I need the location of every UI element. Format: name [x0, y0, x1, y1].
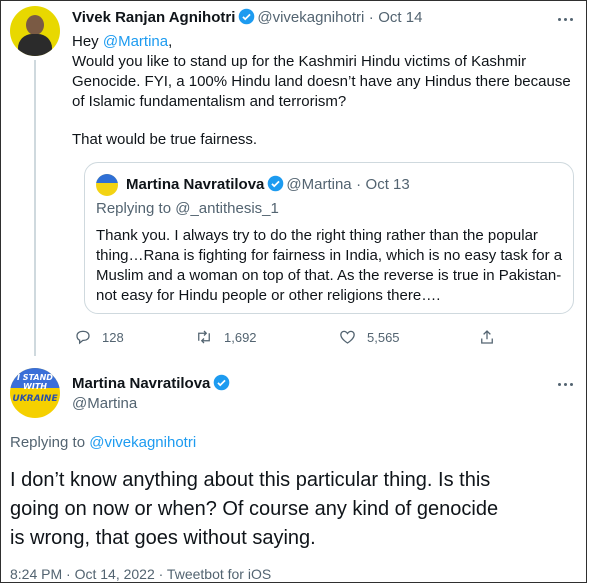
- quote-date: Oct 13: [365, 176, 410, 193]
- reply-icon: [76, 330, 90, 345]
- tweet2-handle[interactable]: @Martina: [72, 395, 137, 412]
- retweet-icon: [198, 330, 210, 344]
- tweet2-line-2: going on now or when? Of course any kind…: [10, 498, 499, 520]
- share-button[interactable]: [478, 327, 506, 347]
- heart-icon: [340, 330, 355, 344]
- tweet2-more-icon[interactable]: [556, 374, 576, 394]
- tweet2-line-1: I don’t know anything about this particu…: [10, 469, 491, 491]
- retweet-count: 1,692: [224, 329, 257, 345]
- like-count: 5,565: [367, 329, 400, 345]
- vivek-avatar[interactable]: [10, 6, 60, 56]
- tweet2-author-name[interactable]: Martina Navratilova: [72, 375, 210, 392]
- reply-count: 128: [102, 329, 124, 345]
- reply-button[interactable]: 128: [74, 328, 124, 346]
- replying-handle-link[interactable]: @vivekagnihotri: [89, 434, 196, 451]
- thread-line: [34, 60, 36, 356]
- mention-link[interactable]: @Martina: [103, 33, 168, 50]
- verified-badge-icon: [268, 175, 284, 192]
- quote-line-3: Muslim and a woman on top of that. As th…: [96, 267, 562, 284]
- tweet1-line-1: Hey @Martina,: [72, 33, 173, 50]
- tweet1-line-2: Would you like to stand up for the Kashm…: [72, 53, 527, 70]
- quote-avatar: [96, 174, 118, 196]
- tweet1-handle[interactable]: @vivekagnihotri: [257, 9, 364, 26]
- tweet2-meta: 8:24 PM · Oct 14, 2022 · Tweetbot for iO…: [10, 566, 272, 582]
- martina-avatar[interactable]: I STAND WITH UKRAINE: [10, 368, 60, 418]
- quote-line-2: thing…Rana is fighting for fairness in I…: [96, 247, 563, 264]
- tweet1-author-name[interactable]: Vivek Ranjan Agnihotri: [72, 9, 235, 26]
- tweet1-line-4: of Islamic fundamentalism and terrorism?: [72, 93, 347, 110]
- tweet2-replying-to: Replying to @vivekagnihotri: [10, 434, 197, 451]
- quote-line-4: not easy for Hindu people or other relig…: [96, 287, 441, 304]
- quote-replying-handle: @_antithesis_1: [175, 200, 279, 217]
- quote-line-1: Thank you. I always try to do the right …: [96, 227, 538, 244]
- like-button[interactable]: 5,565: [338, 328, 400, 346]
- retweet-button[interactable]: 1,692: [194, 328, 257, 346]
- tweet1-line-3: Genocide. FYI, a 100% Hindu land doesn’t…: [72, 73, 571, 90]
- tweet1-more-icon[interactable]: [556, 9, 576, 29]
- quote-handle: @Martina: [286, 176, 352, 193]
- separator-dot: ·: [356, 176, 362, 193]
- quote-replying-to: Replying to @_antithesis_1: [96, 200, 279, 217]
- tweet1-header: Vivek Ranjan Agnihotri @vivekagnihotri · …: [72, 8, 422, 27]
- tweet2-author-row: Martina Navratilova: [72, 374, 232, 392]
- verified-badge-icon: [239, 8, 255, 25]
- separator-dot: ·: [368, 9, 374, 26]
- verified-badge-icon: [214, 374, 230, 391]
- share-icon: [481, 330, 493, 344]
- quote-header: Martina Navratilova @Martina · Oct 13: [126, 175, 410, 194]
- tweet1-date[interactable]: Oct 14: [378, 9, 422, 26]
- tweet1-line-5: That would be true fairness.: [72, 131, 258, 148]
- quote-author-name: Martina Navratilova: [126, 176, 265, 193]
- tweet2-line-3: is wrong, that goes without saying.: [10, 527, 316, 549]
